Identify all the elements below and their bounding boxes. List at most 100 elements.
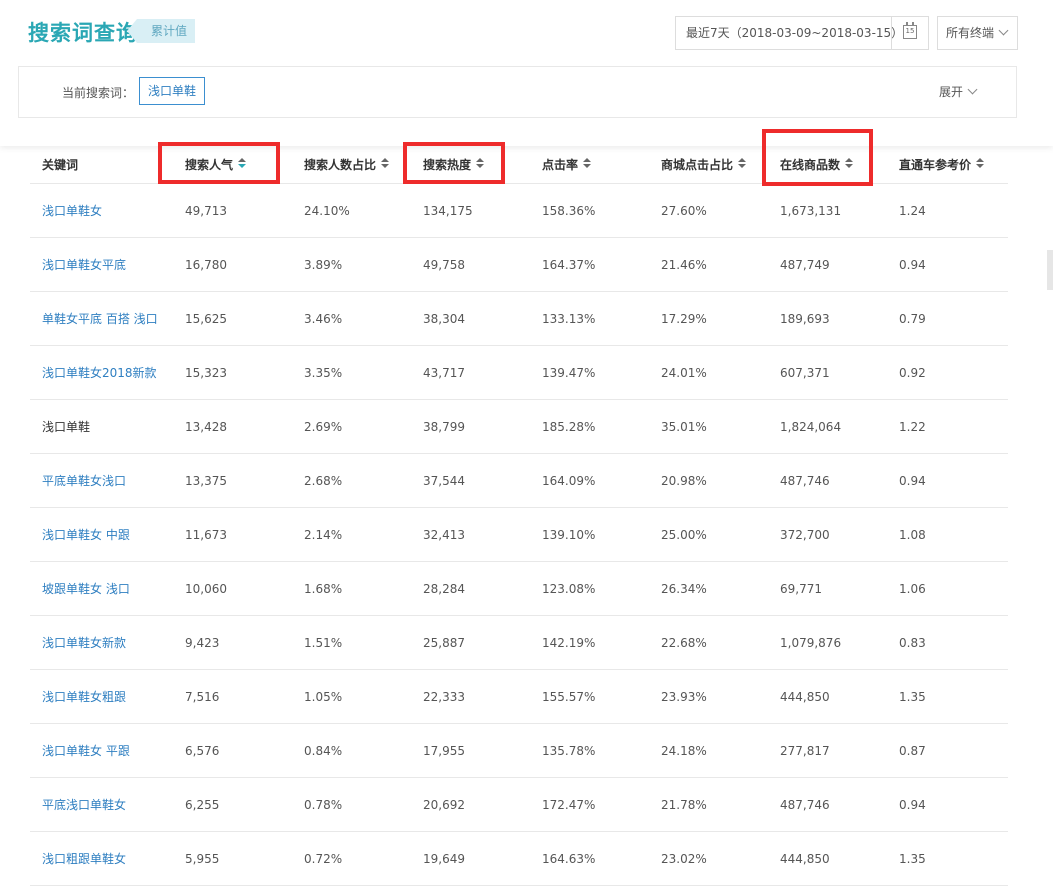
cell-search-heat: 38,799 <box>423 419 465 434</box>
cell-click-rate: 135.78% <box>542 743 596 758</box>
scrollbar-handle[interactable] <box>1047 250 1053 290</box>
cell-searcher-share: 2.69% <box>304 419 343 434</box>
cell-mall-click-share: 17.29% <box>661 311 707 326</box>
cell-mall-click-share: 21.78% <box>661 797 707 812</box>
highlight-box-popularity <box>158 142 280 184</box>
cell-ppc-price: 1.08 <box>899 527 926 542</box>
cell-mall-click-share: 24.18% <box>661 743 707 758</box>
cell-mall-click-share: 25.00% <box>661 527 707 542</box>
cell-searcher-share: 0.84% <box>304 743 343 758</box>
col-keyword-label: 关键词 <box>42 157 79 172</box>
cell-keyword[interactable]: 浅口单鞋女平底 <box>42 238 126 291</box>
cell-mall-click-share: 22.68% <box>661 635 707 650</box>
cell-search-heat: 37,544 <box>423 473 465 488</box>
current-keyword-chip[interactable]: 浅口单鞋 <box>139 77 206 105</box>
cell-keyword[interactable]: 浅口单鞋女 中跟 <box>42 508 130 561</box>
cell-search-heat: 38,304 <box>423 311 465 326</box>
expand-label: 展开 <box>939 85 964 99</box>
keyword-table: 关键词 搜索人气 搜索人数占比 搜索热度 点击率 商城点击占比 在线商品数 直通… <box>30 145 1008 886</box>
cell-keyword[interactable]: 平底单鞋女浅口 <box>42 454 126 507</box>
table-row: 浅口单鞋女粗跟 7,516 1.05% 22,333 155.57% 23.93% 444,… <box>30 670 1008 724</box>
highlight-box-heat <box>403 142 505 184</box>
calendar-icon: 15 <box>903 22 917 39</box>
calendar-button[interactable]: 15 <box>891 17 928 49</box>
cell-keyword[interactable]: 单鞋女平底 百搭 浅口 <box>42 292 158 345</box>
cell-keyword[interactable]: 坡跟单鞋女 浅口 <box>42 562 130 615</box>
page-title: 搜索词查询 <box>28 21 138 45</box>
cell-search-popularity: 15,323 <box>185 365 227 380</box>
table-row: 坡跟单鞋女 浅口 10,060 1.68% 28,284 123.08% 26.34% 69… <box>30 562 1008 616</box>
cell-search-popularity: 13,375 <box>185 473 227 488</box>
table-row: 平底浅口单鞋女 6,255 0.78% 20,692 172.47% 21.78% 487,… <box>30 778 1008 832</box>
table-row: 平底单鞋女浅口 13,375 2.68% 37,544 164.09% 20.98% 487… <box>30 454 1008 508</box>
cell-click-rate: 139.10% <box>542 527 596 542</box>
cell-online-products: 69,771 <box>780 581 822 596</box>
cell-click-rate: 172.47% <box>542 797 596 812</box>
table-body: 浅口单鞋女 49,713 24.10% 134,175 158.36% 27.60% 1,6… <box>30 184 1008 886</box>
cell-searcher-share: 0.78% <box>304 797 343 812</box>
cell-keyword[interactable]: 平底浅口单鞋女 <box>42 778 126 831</box>
sort-icon[interactable] <box>738 158 747 170</box>
col-searcher-share[interactable]: 搜索人数占比 <box>304 145 390 183</box>
cell-search-popularity: 6,576 <box>185 743 220 758</box>
cell-keyword[interactable]: 浅口单鞋女2018新款 <box>42 346 157 399</box>
cell-click-rate: 158.36% <box>542 203 596 218</box>
device-select-value: 所有终端 <box>946 26 995 40</box>
cell-keyword[interactable]: 浅口单鞋女粗跟 <box>42 670 126 723</box>
expand-toggle[interactable]: 展开 <box>939 83 978 100</box>
cell-mall-click-share: 26.34% <box>661 581 707 596</box>
cell-click-rate: 123.08% <box>542 581 596 596</box>
col-mall-click-share[interactable]: 商城点击占比 <box>661 145 747 183</box>
cell-search-heat: 134,175 <box>423 203 473 218</box>
col-mall-click-share-label: 商城点击占比 <box>661 157 734 172</box>
cell-mall-click-share: 20.98% <box>661 473 707 488</box>
cell-searcher-share: 0.72% <box>304 851 343 866</box>
cell-mall-click-share: 24.01% <box>661 365 707 380</box>
cell-mall-click-share: 21.46% <box>661 257 707 272</box>
cell-search-heat: 43,717 <box>423 365 465 380</box>
col-click-rate[interactable]: 点击率 <box>542 145 592 183</box>
cell-searcher-share: 24.10% <box>304 203 350 218</box>
cell-online-products: 487,749 <box>780 257 830 272</box>
cell-ppc-price: 0.92 <box>899 365 926 380</box>
sort-icon[interactable] <box>583 158 592 170</box>
cell-online-products: 1,079,876 <box>780 635 842 650</box>
current-keyword-label: 当前搜索词： <box>62 86 135 100</box>
search-term-panel: 当前搜索词： 浅口单鞋 展开 <box>18 66 1017 118</box>
device-select[interactable]: 所有终端 <box>937 16 1018 50</box>
table-row: 浅口单鞋女2018新款 15,323 3.35% 43,717 139.47% 24.01… <box>30 346 1008 400</box>
cell-mall-click-share: 27.60% <box>661 203 707 218</box>
table-row: 浅口单鞋女新款 9,423 1.51% 25,887 142.19% 22.68% 1,07… <box>30 616 1008 670</box>
cell-keyword[interactable]: 浅口单鞋女新款 <box>42 616 126 669</box>
sort-icon[interactable] <box>976 158 985 170</box>
cell-keyword[interactable]: 浅口单鞋女 <box>42 184 102 237</box>
cell-search-popularity: 6,255 <box>185 797 220 812</box>
cell-keyword[interactable]: 浅口单鞋女 平跟 <box>42 724 130 777</box>
cell-online-products: 1,824,064 <box>780 419 842 434</box>
cell-searcher-share: 2.68% <box>304 473 343 488</box>
cell-search-heat: 25,887 <box>423 635 465 650</box>
cell-online-products: 1,673,131 <box>780 203 842 218</box>
cell-ppc-price: 1.24 <box>899 203 926 218</box>
cell-search-popularity: 13,428 <box>185 419 227 434</box>
cell-ppc-price: 0.94 <box>899 473 926 488</box>
cell-click-rate: 185.28% <box>542 419 596 434</box>
col-searcher-share-label: 搜索人数占比 <box>304 157 377 172</box>
table-row: 浅口单鞋女 中跟 11,673 2.14% 32,413 139.10% 25.00% 37… <box>30 508 1008 562</box>
cell-ppc-price: 0.79 <box>899 311 926 326</box>
date-range-picker[interactable]: 最近7天（2018-03-09~2018-03-15） 15 <box>675 16 929 50</box>
cell-ppc-price: 0.87 <box>899 743 926 758</box>
cell-ppc-price: 1.06 <box>899 581 926 596</box>
cell-search-popularity: 16,780 <box>185 257 227 272</box>
chevron-down-icon <box>967 84 978 95</box>
cell-ppc-price: 0.94 <box>899 797 926 812</box>
cell-search-popularity: 11,673 <box>185 527 227 542</box>
col-ppc-price[interactable]: 直通车参考价 <box>899 145 985 183</box>
cell-online-products: 372,700 <box>780 527 830 542</box>
cell-search-heat: 28,284 <box>423 581 465 596</box>
sort-icon[interactable] <box>381 158 390 170</box>
cell-keyword[interactable]: 浅口粗跟单鞋女 <box>42 832 126 885</box>
col-click-rate-label: 点击率 <box>542 157 579 172</box>
cell-click-rate: 139.47% <box>542 365 596 380</box>
cell-searcher-share: 3.46% <box>304 311 343 326</box>
